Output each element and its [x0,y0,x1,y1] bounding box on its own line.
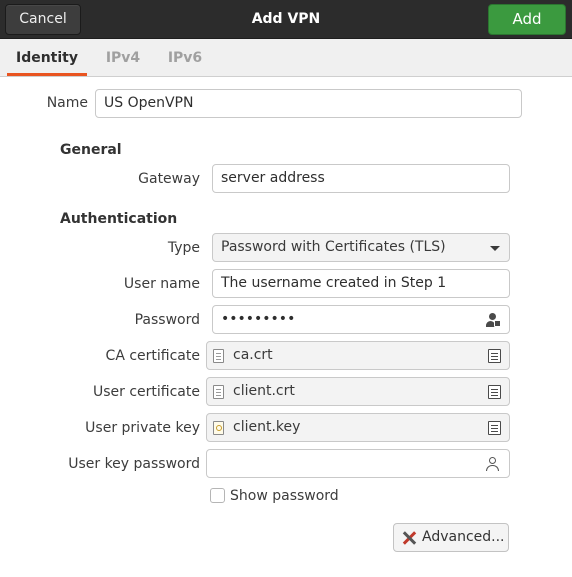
tab-ipv4[interactable]: IPv4 [100,39,146,77]
user-icon[interactable] [486,457,500,471]
user-key-password-field[interactable] [206,449,510,478]
file-browse-icon [488,421,501,435]
ca-certificate-label: CA certificate [105,348,200,364]
user-private-key-chooser[interactable]: client.key [206,413,510,442]
show-password-checkbox[interactable] [210,488,225,503]
advanced-button-label: Advanced... [422,529,505,545]
user-certificate-chooser[interactable]: client.crt [206,377,510,406]
header-bar: Add VPN Cancel Add [0,0,572,39]
tab-ipv6[interactable]: IPv6 [162,39,208,77]
password-label: Password [134,312,200,328]
ca-certificate-chooser[interactable]: ca.crt [206,341,510,370]
username-field[interactable]: The username created in Step 1 [212,269,510,298]
document-icon [213,349,224,363]
password-field[interactable]: ••••••••• [212,305,510,334]
username-label: User name [123,276,200,292]
advanced-button[interactable]: Advanced... [393,523,509,552]
tab-bar: Identity IPv4 IPv6 [0,39,572,77]
cancel-button[interactable]: Cancel [5,4,81,35]
key-file-icon [213,421,224,435]
active-tab-indicator [7,73,87,76]
auth-type-value: Password with Certificates (TLS) [221,239,446,255]
user-private-key-label: User private key [85,420,200,436]
add-button[interactable]: Add [488,4,566,35]
ca-certificate-filename: ca.crt [233,347,273,363]
user-certificate-label: User certificate [92,384,200,400]
document-icon [213,385,224,399]
chevron-down-icon [490,246,500,251]
user-certificate-filename: client.crt [233,383,295,399]
general-heading: General [60,142,122,158]
dialog-title: Add VPN [251,11,321,27]
tools-icon [401,530,417,546]
gateway-label: Gateway [138,171,200,187]
type-label: Type [167,240,200,256]
file-browse-icon [488,385,501,399]
user-lock-icon[interactable] [486,313,501,327]
file-browse-icon [488,349,501,363]
tab-identity[interactable]: Identity [7,39,87,77]
authentication-heading: Authentication [60,211,178,227]
auth-type-dropdown[interactable]: Password with Certificates (TLS) [212,233,510,262]
gateway-field[interactable]: server address [212,164,510,193]
user-key-password-label: User key password [68,456,200,472]
user-private-key-filename: client.key [233,419,301,435]
password-value: ••••••••• [221,311,296,327]
name-field[interactable]: US OpenVPN [95,89,522,118]
name-label: Name [46,95,88,111]
show-password-label[interactable]: Show password [230,486,339,506]
